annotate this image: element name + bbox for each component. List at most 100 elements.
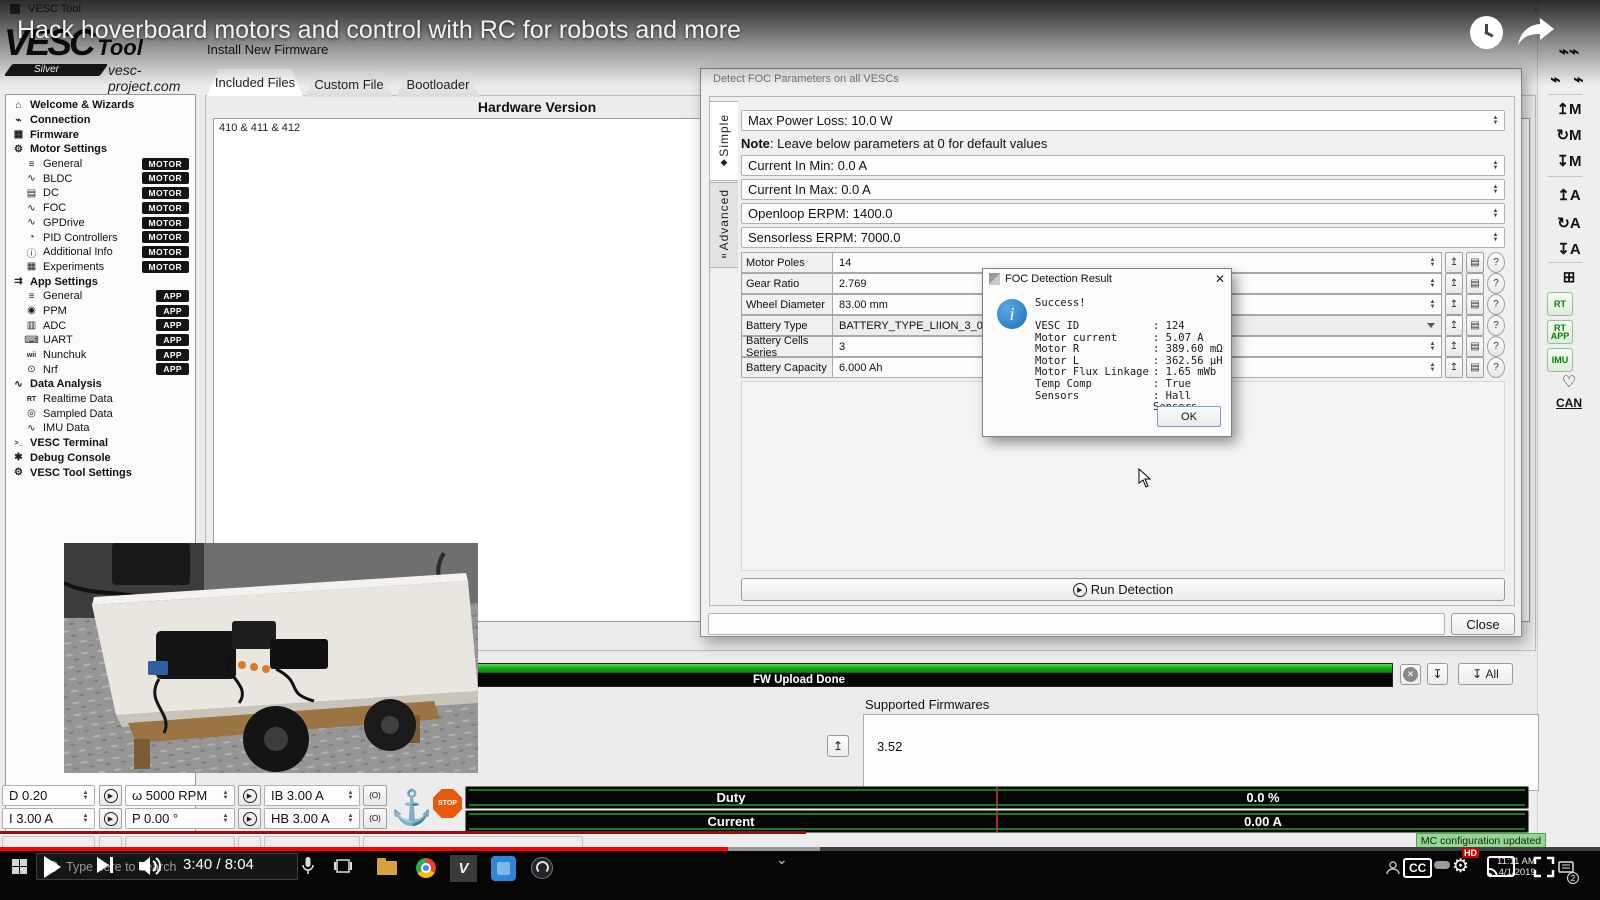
sidebar-item-firmware[interactable]: ▦Firmware (8, 127, 193, 142)
sensorless-erpm-spinbox[interactable]: Sensorless ERPM: 7000.0▲▼ (741, 227, 1505, 248)
onedrive-cloud-icon[interactable] (1434, 861, 1450, 869)
sidebar-item-realtime-data[interactable]: RTRealtime Data (8, 392, 193, 407)
spinner-arrows-icon[interactable]: ▲▼ (1426, 254, 1439, 271)
tab-advanced[interactable]: Advanced ≡ (709, 182, 738, 268)
read-default-button[interactable]: ▤ (1466, 273, 1484, 294)
sidebar-item-debug-console[interactable]: ✱Debug Console (8, 451, 193, 466)
write-param-button[interactable]: ↥ (1445, 336, 1463, 357)
start-button[interactable] (12, 859, 27, 874)
spinner-arrows-icon[interactable]: ▲▼ (344, 787, 357, 804)
fullscreen-icon[interactable] (1533, 856, 1555, 878)
tab-custom-file[interactable]: Custom File (305, 71, 393, 97)
disconnect-plug-icon[interactable]: ⌁ ⌁ (1546, 70, 1592, 90)
sidebar-item-welcome[interactable]: ⌂Welcome & Wizards (8, 98, 193, 113)
write-app-config-icon[interactable]: ↥A (1546, 186, 1592, 204)
sidebar-item-additional-info[interactable]: ⓘAdditional InfoMOTOR (8, 245, 193, 260)
sidebar-item-pid[interactable]: ◔PID ControllersMOTOR (8, 230, 193, 245)
file-explorer-icon[interactable] (377, 861, 397, 875)
sidebar-item-sampled-data[interactable]: ◎Sampled Data (8, 406, 193, 421)
sidebar-item-tool-settings[interactable]: ⚙VESC Tool Settings (8, 465, 193, 480)
play-button[interactable] (44, 856, 61, 878)
chevron-down-icon[interactable]: ⌄ (776, 851, 788, 868)
rpm-setpoint-spinbox[interactable]: ω 5000 RPM▲▼ (125, 785, 235, 806)
sidebar-item-experiments[interactable]: ▦ExperimentsMOTOR (8, 260, 193, 275)
spinner-arrows-icon[interactable]: ▲▼ (1489, 205, 1502, 222)
spinner-arrows-icon[interactable]: ▲▼ (1426, 296, 1439, 313)
spinner-arrows-icon[interactable]: ▲▼ (1489, 112, 1502, 129)
max-power-loss-spinbox[interactable]: Max Power Loss: 10.0 W▲▼ (741, 110, 1505, 131)
position-setpoint-spinbox[interactable]: P 0.00 °▲▼ (125, 808, 235, 829)
settings-gear-button[interactable]: ⚙HD (1452, 855, 1469, 878)
read-default-button[interactable]: ▤ (1466, 252, 1484, 273)
spinner-arrows-icon[interactable]: ▲▼ (79, 787, 92, 804)
sidebar-item-data-analysis[interactable]: ∿Data Analysis (8, 377, 193, 392)
help-button[interactable]: ? (1487, 273, 1505, 294)
sidebar-item-bldc[interactable]: ∿BLDCMOTOR (8, 171, 193, 186)
tab-simple[interactable]: Simple ◆ (709, 101, 738, 181)
tray-clock[interactable]: 11:11 AM4/1/2019 (1497, 856, 1536, 878)
write-param-button[interactable]: ↥ (1445, 294, 1463, 315)
watch-later-icon[interactable] (1470, 16, 1503, 49)
write-param-button[interactable]: ↥ (1445, 357, 1463, 378)
run-rpm-button[interactable]: ▶ (238, 785, 261, 806)
next-button[interactable] (97, 857, 113, 873)
cancel-upload-button[interactable]: ✕ (1400, 664, 1421, 685)
sidebar-item-vesc-terminal[interactable]: >_VESC Terminal (8, 436, 193, 451)
help-button[interactable]: ? (1487, 357, 1505, 378)
read-default-button[interactable]: ▤ (1466, 315, 1484, 336)
microphone-icon[interactable] (302, 857, 314, 875)
reload-motor-config-icon[interactable]: ↻M (1546, 126, 1592, 144)
spinner-arrows-icon[interactable]: ▲▼ (219, 787, 232, 804)
sidebar-item-dc[interactable]: ▤DCMOTOR (8, 186, 193, 201)
sidebar-item-imu-data[interactable]: ∿IMU Data (8, 421, 193, 436)
current-in-min-spinbox[interactable]: Current In Min: 0.0 A▲▼ (741, 155, 1505, 176)
help-button[interactable]: ? (1487, 336, 1505, 357)
run-current-button[interactable]: ▶ (99, 808, 122, 829)
sidebar-item-connection[interactable]: ⌁Connection (8, 113, 193, 128)
rt-app-data-toggle[interactable]: RTAPP (1547, 320, 1573, 344)
reload-app-config-icon[interactable]: ↻A (1546, 214, 1592, 232)
keep-position-anchor-button[interactable]: ⚓ (390, 786, 434, 829)
download-fw-button[interactable]: ↧ (1427, 663, 1448, 685)
duty-setpoint-spinbox[interactable]: D 0.20▲▼ (2, 785, 95, 806)
handbrake-button[interactable]: (O) (363, 808, 387, 829)
tray-person-icon[interactable] (1386, 861, 1400, 875)
obs-icon[interactable] (531, 857, 553, 879)
rt-data-toggle[interactable]: RT (1547, 292, 1573, 316)
chrome-icon[interactable] (416, 858, 436, 878)
spinner-arrows-icon[interactable]: ▲▼ (344, 810, 357, 827)
parallel-blocks-icon[interactable]: ⊞ (1546, 268, 1592, 286)
handbrake-current-spinbox[interactable]: HB 3.00 A▲▼ (264, 808, 360, 829)
heart-icon[interactable]: ♡ (1546, 372, 1592, 392)
firmware-version-item[interactable]: 3.52 (864, 715, 1538, 754)
current-in-max-spinbox[interactable]: Current In Max: 0.0 A▲▼ (741, 179, 1505, 200)
tab-included-files[interactable]: Included Files (207, 69, 303, 96)
emergency-stop-button[interactable]: STOP (433, 789, 462, 818)
result-dialog-titlebar[interactable]: FOC Detection Result ✕ (983, 269, 1231, 288)
current-setpoint-spinbox[interactable]: I 3.00 A▲▼ (2, 808, 95, 829)
imu-data-toggle[interactable]: IMU (1547, 348, 1573, 372)
sidebar-item-app-general[interactable]: ≡GeneralAPP (8, 289, 193, 304)
spinner-arrows-icon[interactable]: ▲▼ (79, 810, 92, 827)
spinner-arrows-icon[interactable]: ▲▼ (1489, 229, 1502, 246)
can-forward-icon[interactable]: CAN (1546, 396, 1592, 410)
sidebar-item-nrf[interactable]: ⊙NrfAPP (8, 362, 193, 377)
captions-button[interactable]: CC (1403, 858, 1432, 878)
run-detection-button[interactable]: ▶ Run Detection (741, 578, 1505, 601)
supported-firmwares-list[interactable]: 3.52 (863, 714, 1539, 791)
taskbar-search[interactable]: Type here to search (36, 853, 298, 880)
notification-icon[interactable]: 2 (1558, 861, 1574, 880)
write-param-button[interactable]: ↥ (1445, 273, 1463, 294)
spinner-arrows-icon[interactable]: ▲▼ (1426, 275, 1439, 292)
spinner-arrows-icon[interactable]: ▲▼ (219, 810, 232, 827)
sidebar-item-adc[interactable]: ▥ADCAPP (8, 318, 193, 333)
read-app-config-icon[interactable]: ↧A (1546, 240, 1592, 258)
openloop-erpm-spinbox[interactable]: Openloop ERPM: 1400.0▲▼ (741, 203, 1505, 224)
sidebar-item-nunchuk[interactable]: wiiNunchukAPP (8, 348, 193, 363)
download-all-button[interactable]: ↧ All (1458, 663, 1513, 685)
video-title[interactable]: Hack hoverboard motors and control with … (17, 16, 741, 45)
read-motor-config-icon[interactable]: ↧M (1546, 152, 1592, 170)
ok-button[interactable]: OK (1157, 406, 1221, 427)
read-default-button[interactable]: ▤ (1466, 357, 1484, 378)
brake-button[interactable]: (O) (363, 785, 387, 806)
